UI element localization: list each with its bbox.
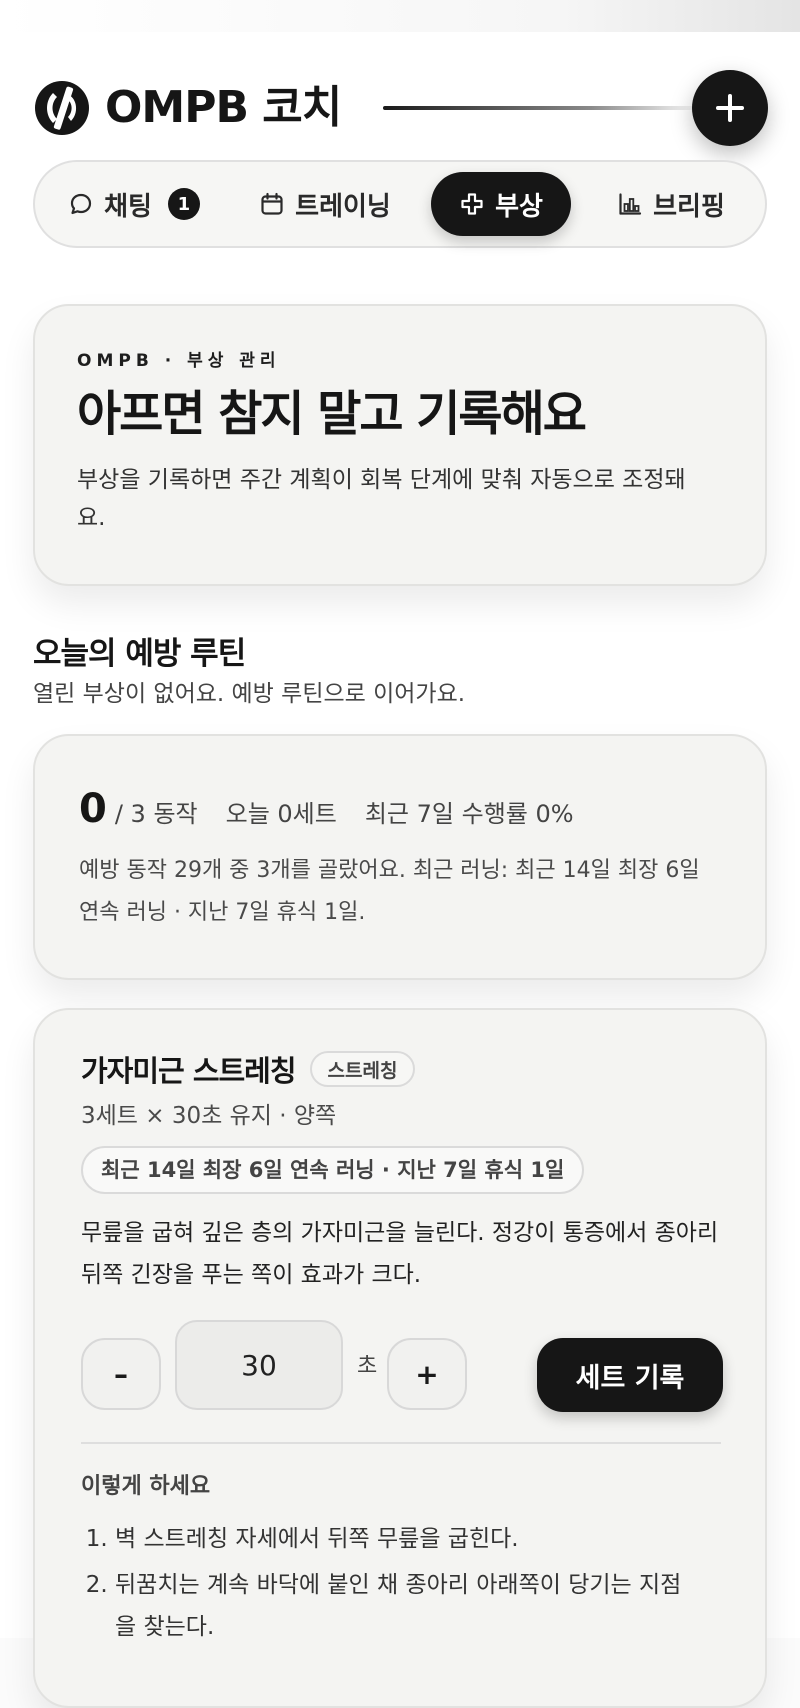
tab-training[interactable]: 트레이닝 xyxy=(235,172,415,236)
routine-subtitle: 열린 부상이 없어요. 예방 루틴으로 이어가요. xyxy=(33,681,466,707)
brand-logo-icon xyxy=(35,81,89,135)
decrease-button[interactable]: – xyxy=(81,1338,161,1410)
tab-injury-label: 부상 xyxy=(495,191,543,222)
exercise-card: 가자미근 스트레칭 스트레칭 3세트 × 30초 유지 · 양쪽 최근 14일 … xyxy=(33,1008,767,1708)
exercise-title: 가자미근 스트레칭 xyxy=(81,1054,297,1088)
tab-chat-label: 채팅 xyxy=(104,191,152,222)
duration-unit: 초 xyxy=(357,1354,378,1379)
tab-chat[interactable]: 채팅 1 xyxy=(49,172,219,236)
exercise-header: 가자미근 스트레칭 스트레칭 xyxy=(81,1048,719,1090)
today-sets: 오늘 0세트 xyxy=(225,800,337,828)
total-count: / 3 동작 xyxy=(114,800,198,828)
exercise-type-tag: 스트레칭 xyxy=(309,1051,416,1087)
chat-bubble-icon xyxy=(70,193,92,215)
hero-description: 부상을 기록하면 주간 계획이 회복 단계에 맞춰 자동으로 조정돼요. xyxy=(77,467,686,531)
increase-button[interactable]: + xyxy=(387,1338,467,1410)
routine-stats-card: 0 / 3 동작 오늘 0세트 최근 7일 수행률 0% 예방 동작 29개 중… xyxy=(33,734,767,980)
hero-eyebrow: OMPB · 부상 관리 xyxy=(77,351,281,371)
howto-step: 뒤꿈치는 계속 바닥에 붙인 채 종아리 아래쪽이 당기는 지점을 찾는다. xyxy=(115,1564,701,1648)
brand-title: OMPB 코치 xyxy=(105,82,342,133)
exercise-dose: 3세트 × 30초 유지 · 양쪽 xyxy=(81,1103,337,1129)
duration-input[interactable]: 30 xyxy=(175,1320,343,1410)
routine-description: 예방 동작 29개 중 3개를 골랐어요. 최근 러닝: 최근 14일 최장 6… xyxy=(79,858,700,925)
app-page: OMPB 코치 채팅 1 트레이닝 부상 브리핑 OMPB · 부상 관리 아프… xyxy=(0,32,800,1708)
set-controls: – 30 초 + 세트 기록 xyxy=(81,1320,723,1412)
app-header: OMPB 코치 xyxy=(33,70,768,146)
status-strip xyxy=(0,0,800,32)
routine-title: 오늘의 예방 루틴 xyxy=(33,636,246,672)
howto-title: 이렇게 하세요 xyxy=(81,1474,211,1499)
medical-cross-icon xyxy=(461,193,483,215)
hero-card: OMPB · 부상 관리 아프면 참지 말고 기록해요 부상을 기록하면 주간 … xyxy=(33,304,767,586)
exercise-description: 무릎을 굽혀 깊은 층의 가자미근을 늘린다. 정강이 통증에서 종아리 뒤쪽 … xyxy=(81,1220,719,1288)
weekly-rate: 최근 7일 수행률 0% xyxy=(364,800,574,828)
done-count: 0 xyxy=(79,786,107,832)
tab-injury[interactable]: 부상 xyxy=(431,172,571,236)
stats-row: 0 / 3 동작 오늘 0세트 최근 7일 수행률 0% xyxy=(79,786,721,832)
tab-briefing-label: 브리핑 xyxy=(653,191,725,222)
unread-badge: 1 xyxy=(167,188,200,220)
tab-briefing[interactable]: 브리핑 xyxy=(587,172,755,236)
calendar-icon xyxy=(261,192,283,215)
bar-chart-icon xyxy=(619,193,642,215)
howto-step: 벽 스트레칭 자세에서 뒤쪽 무릎을 굽힌다. xyxy=(115,1518,701,1560)
record-set-button[interactable]: 세트 기록 xyxy=(537,1338,723,1412)
section-divider xyxy=(81,1442,721,1444)
add-button[interactable] xyxy=(692,70,768,146)
main-tabs: 채팅 1 트레이닝 부상 브리핑 xyxy=(33,160,767,248)
running-context-chip: 최근 14일 최장 6일 연속 러닝 · 지난 7일 휴식 1일 xyxy=(81,1146,585,1194)
page-title: 아프면 참지 말고 기록해요 xyxy=(77,386,587,442)
howto-steps: 벽 스트레칭 자세에서 뒤쪽 무릎을 굽힌다. 뒤꿈치는 계속 바닥에 붙인 채… xyxy=(81,1518,701,1648)
brand-divider-line xyxy=(383,106,703,110)
tab-training-label: 트레이닝 xyxy=(295,191,391,222)
